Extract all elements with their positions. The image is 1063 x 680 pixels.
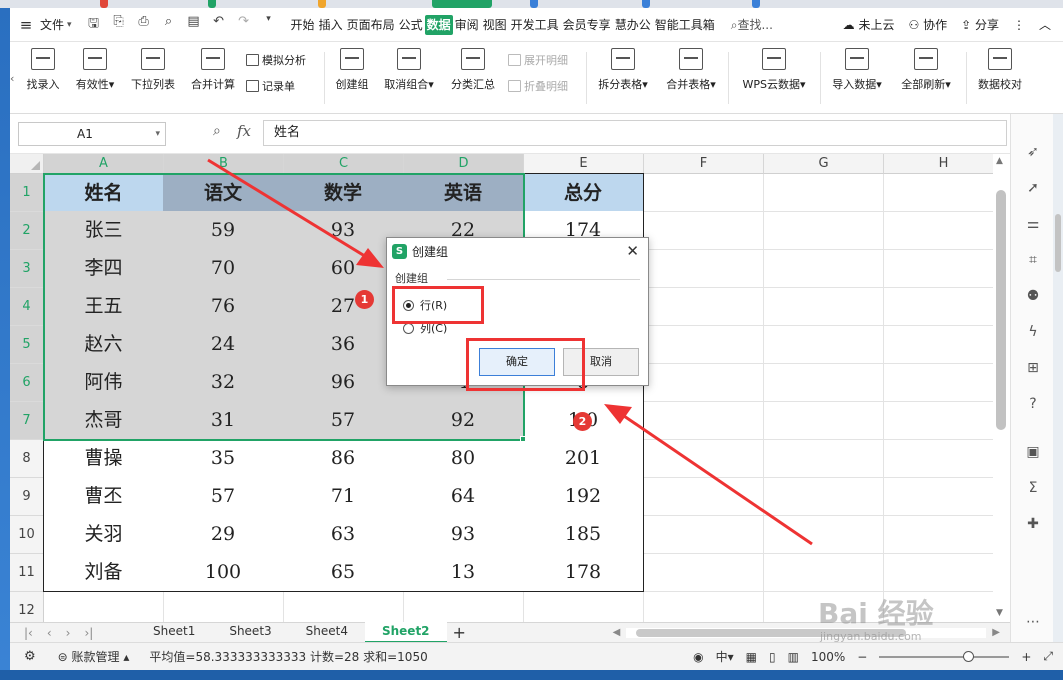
arrow-head-1 — [356, 248, 384, 268]
watermark-brand: Bai 经验 — [818, 597, 934, 630]
baidu-watermark: Bai 经验 jingyan.baidu.com — [818, 592, 934, 643]
annotation-arrows — [207, 158, 813, 546]
arrow-head-2 — [604, 404, 632, 424]
arrow-line-1 — [207, 158, 369, 260]
arrow-line-2 — [623, 414, 813, 546]
watermark-url: jingyan.baidu.com — [820, 630, 922, 643]
